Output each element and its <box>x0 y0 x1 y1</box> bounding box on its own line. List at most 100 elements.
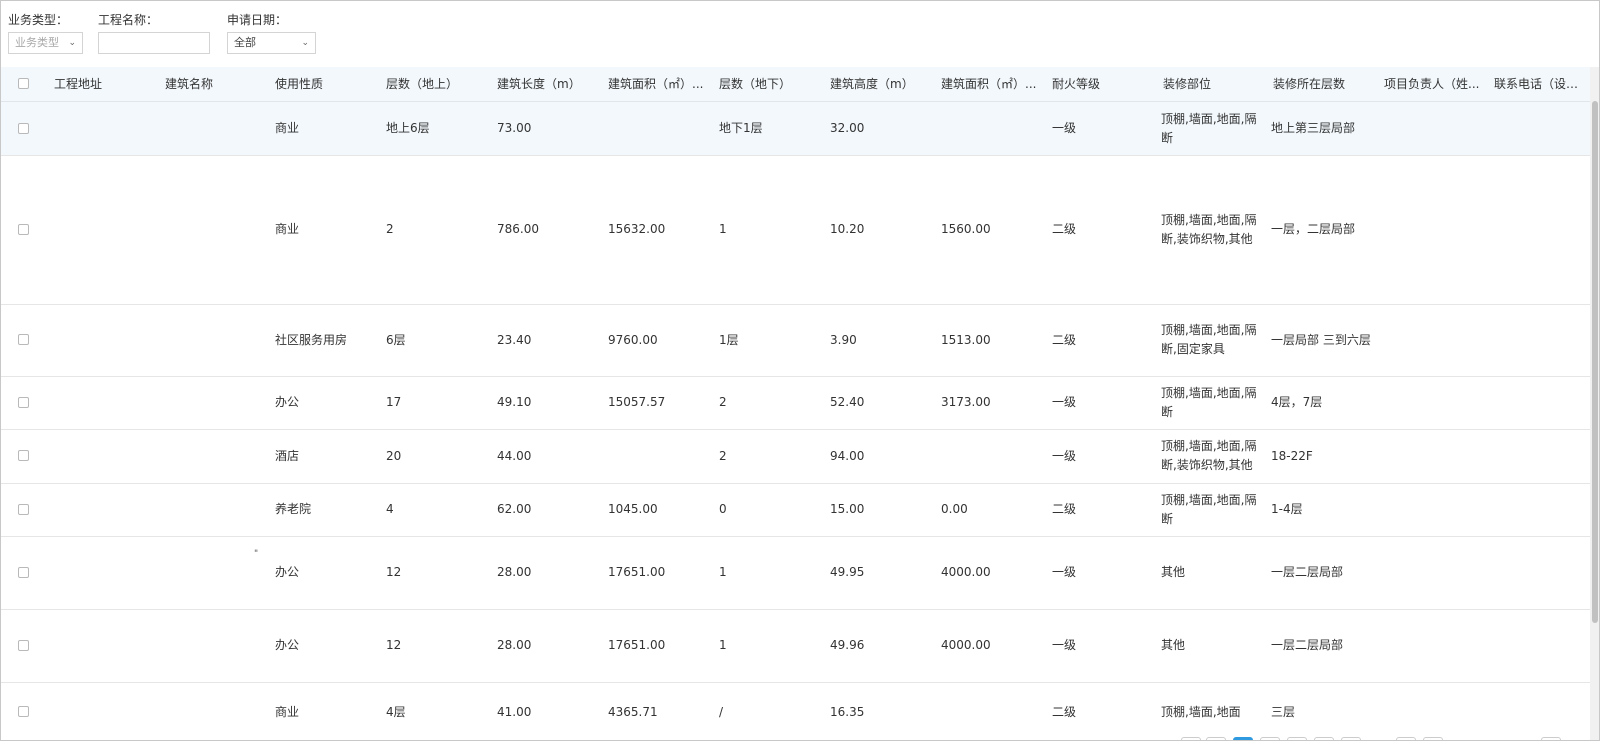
column-header-area[interactable]: 建筑面积（㎡）... <box>608 67 708 101</box>
table-row[interactable]: 商业 4层 41.00 4365.71 / 16.35 二级 顶棚,墙面,地面 三层 <box>1 682 1599 740</box>
cell-use: 办公 <box>275 395 300 409</box>
cell-area: 15057.57 <box>608 395 666 409</box>
table-row[interactable]: 办公 12 28.00 17651.00 1 49.95 4000.00 一级 其他 一层二层局部 <box>1 536 1599 610</box>
row-checkbox[interactable] <box>18 504 29 515</box>
cell-deco-parts: 顶棚,墙面,地面,隔断 <box>1161 111 1257 145</box>
column-header-deco-parts[interactable]: 装修部位 <box>1163 67 1263 101</box>
cell-deco-parts: 其他 <box>1161 638 1186 652</box>
cell-use: 社区服务用房 <box>275 332 348 347</box>
business-type-select[interactable]: 业务类型 ⌄ <box>8 32 83 54</box>
cell-fire-grade: 一级 <box>1052 638 1077 652</box>
column-header-length[interactable]: 建筑长度（m） <box>497 67 597 101</box>
column-header-contact-phone[interactable]: 联系电话（设计... <box>1494 67 1586 101</box>
cell-deco-parts: 顶棚,墙面,地面,隔断 <box>1161 492 1257 526</box>
cell-fire-grade: 一级 <box>1052 395 1077 409</box>
cell-height: 15.00 <box>830 502 865 516</box>
cell-deco-parts: 顶棚,墙面,地面,隔断,装饰织物,其他 <box>1161 439 1257 472</box>
row-checkbox[interactable] <box>18 224 29 235</box>
table-row[interactable]: 养老院 4 62.00 1045.00 0 15.00 0.00 二级 顶棚,墙面,地面,隔断 1… <box>1 483 1599 537</box>
cell-area: 4365.71 <box>608 704 658 719</box>
cell-height: 94.00 <box>830 448 865 463</box>
cell-area2: 0.00 <box>941 502 968 516</box>
row-checkbox[interactable] <box>18 123 29 134</box>
table-row[interactable]: 商业 2 786.00 15632.00 1 10.20 1560.00 二级 顶棚,墙面,地面… <box>1 155 1599 305</box>
cell-area2: 1513.00 <box>941 332 991 347</box>
table-row[interactable]: 商业 地上6层 73.00 地下1层 32.00 一级 顶棚,墙面,地面,隔断 地上第三层局部 <box>1 102 1599 156</box>
cell-use: 办公 <box>275 638 300 652</box>
table-row[interactable]: 酒店 20 44.00 2 94.00 一级 顶棚,墙面,地面,隔断,装饰织物,其他 18-2… <box>1 429 1599 484</box>
cell-fire-grade: 二级 <box>1052 222 1077 236</box>
apply-date-value: 全部 <box>234 36 256 49</box>
cell-deco-floors: 三层 <box>1271 704 1296 719</box>
cell-area2 <box>941 429 1041 483</box>
cell-deco-parts: 顶棚,墙面,地面 <box>1161 704 1241 719</box>
chevron-down-icon: ⌄ <box>301 38 309 48</box>
column-header-fire-grade[interactable]: 耐火等级 <box>1052 67 1152 101</box>
cell-deco-floors: 4层，7层 <box>1271 395 1323 409</box>
cell-deco-parts: 顶棚,墙面,地面,隔断,装饰织物,其他 <box>1161 212 1257 246</box>
row-checkbox[interactable] <box>18 450 29 461</box>
cell-use: 养老院 <box>275 502 312 516</box>
cell-use: 酒店 <box>275 448 300 463</box>
pagination-page-button[interactable] <box>1287 737 1307 740</box>
pagination-current-page[interactable] <box>1233 737 1253 740</box>
row-checkbox[interactable] <box>18 397 29 408</box>
cell-deco-floors: 18-22F <box>1271 448 1313 463</box>
apply-date-label: 申请日期： <box>227 13 288 27</box>
cell-area2: 1560.00 <box>941 222 991 236</box>
cell-height: 49.96 <box>830 638 865 652</box>
column-header-use[interactable]: 使用性质 <box>275 67 375 101</box>
pagination-page-button[interactable] <box>1314 737 1334 740</box>
column-header-address[interactable]: 工程地址 <box>54 67 154 101</box>
cell-length: 41.00 <box>497 704 532 719</box>
cell-floors-above: 12 <box>386 638 402 652</box>
app-window: 业务类型： 业务类型 ⌄ 工程名称： 申请日期： 全部 ⌄ 工程地址 建筑名称 使用… <box>0 0 1600 741</box>
row-checkbox[interactable] <box>18 567 29 578</box>
table-row[interactable]: 办公 17 49.10 15057.57 2 52.40 3173.00 一级 顶棚,墙面,地面… <box>1 376 1599 430</box>
pagination-page-button[interactable] <box>1260 737 1280 740</box>
cell-use: 办公 <box>275 565 300 579</box>
select-all-checkbox[interactable] <box>18 78 29 89</box>
column-header-floors-below[interactable]: 层数（地下） <box>719 67 819 101</box>
cell-floors-above: 4 <box>386 502 394 516</box>
cell-floors-below: 0 <box>719 502 727 516</box>
cell-length: 23.40 <box>497 332 532 347</box>
cell-floors-below: 2 <box>719 448 727 463</box>
cell-area <box>608 102 708 155</box>
cell-deco-parts: 顶棚,墙面,地面,隔断,固定家具 <box>1161 323 1257 356</box>
column-header-height[interactable]: 建筑高度（m） <box>830 67 930 101</box>
cell-floors-above: 地上6层 <box>386 121 430 135</box>
column-header-floors-above[interactable]: 层数（地上） <box>386 67 486 101</box>
pagination-jump-input[interactable] <box>1423 737 1443 740</box>
cell-area: 1045.00 <box>608 502 658 516</box>
table-row[interactable]: 办公 12 28.00 17651.00 1 49.96 4000.00 一级 其他 一层二层局部 <box>1 609 1599 683</box>
row-checkbox[interactable] <box>18 334 29 345</box>
row-checkbox[interactable] <box>18 706 29 717</box>
cell-area: 17651.00 <box>608 565 666 579</box>
column-header-building-name[interactable]: 建筑名称 <box>165 67 265 101</box>
cell-area2: 3173.00 <box>941 395 991 409</box>
pagination-prev-button[interactable] <box>1181 737 1201 740</box>
project-name-input[interactable] <box>98 32 210 54</box>
cell-deco-floors: 一层，二层局部 <box>1271 222 1356 236</box>
pagination-page-button[interactable] <box>1206 737 1226 740</box>
cell-length: 73.00 <box>497 121 532 135</box>
column-header-area2[interactable]: 建筑面积（㎡）... <box>941 67 1041 101</box>
cell-deco-parts: 顶棚,墙面,地面,隔断 <box>1161 385 1257 419</box>
cell-height: 32.00 <box>830 121 865 135</box>
stray-mark: " <box>254 549 259 559</box>
pagination-page-size[interactable] <box>1396 737 1416 740</box>
row-checkbox[interactable] <box>18 640 29 651</box>
column-header-deco-floors[interactable]: 装修所在层数 <box>1273 67 1373 101</box>
cell-use: 商业 <box>275 222 300 236</box>
pagination-next-button[interactable] <box>1341 737 1361 740</box>
cell-floors-above: 2 <box>386 222 394 236</box>
cell-floors-below: 1 <box>719 565 727 579</box>
column-header-project-lead[interactable]: 项目负责人（姓... <box>1384 67 1484 101</box>
vertical-scrollbar-thumb[interactable] <box>1592 101 1598 623</box>
apply-date-select[interactable]: 全部 ⌄ <box>227 32 316 54</box>
table-row[interactable]: 社区服务用房 6层 23.40 9760.00 1层 3.90 1513.00 二级 顶棚,墙面… <box>1 304 1599 377</box>
cell-area: 15632.00 <box>608 222 666 236</box>
cell-fire-grade: 二级 <box>1052 332 1077 347</box>
cell-deco-floors: 一层二层局部 <box>1271 638 1344 652</box>
